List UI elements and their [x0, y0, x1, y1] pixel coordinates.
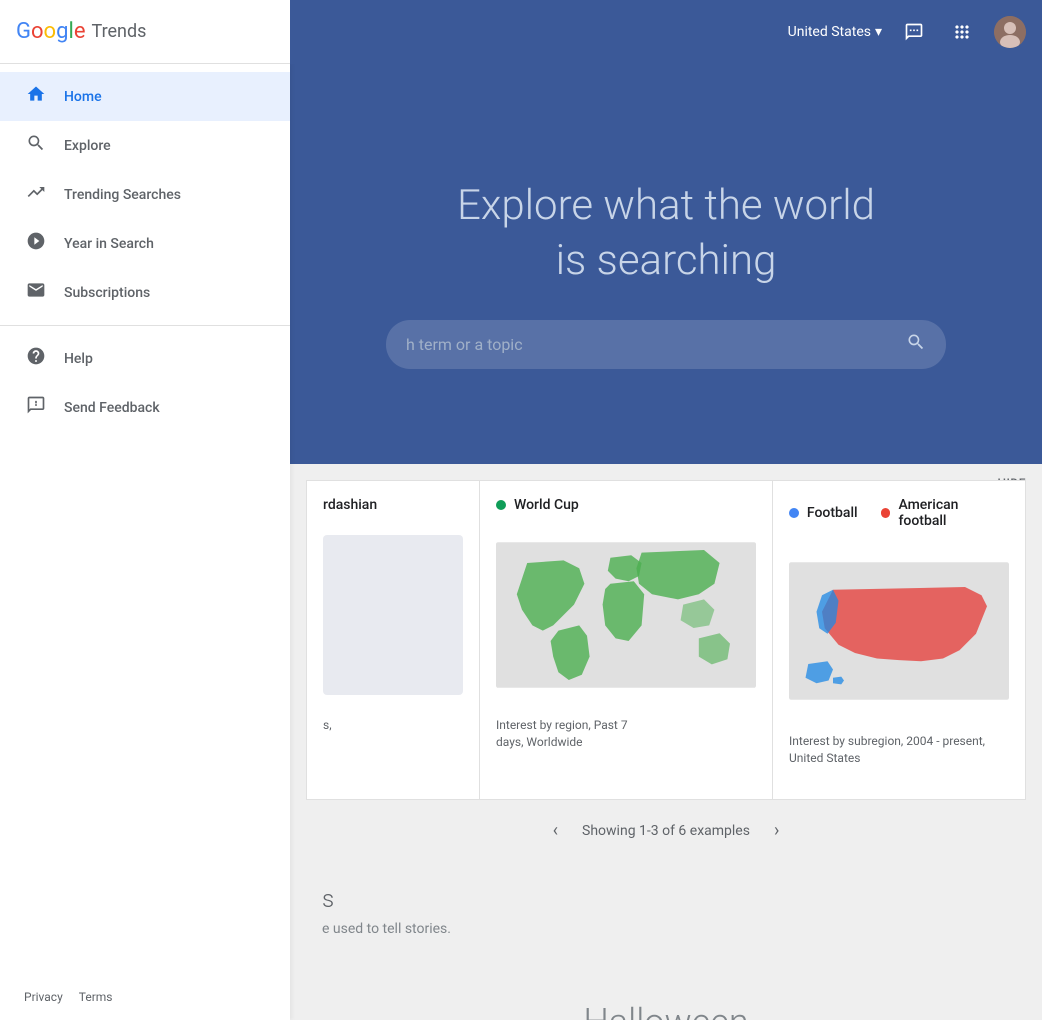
- sidebar-item-year-label: Year in Search: [64, 236, 154, 252]
- card-football-label: Football: [807, 505, 858, 521]
- trending-icon: [24, 182, 48, 207]
- world-cup-dot: [496, 500, 506, 510]
- sidebar-item-feedback[interactable]: Send Feedback: [0, 383, 290, 432]
- explore-icon: [24, 133, 48, 158]
- football-dot-red: [881, 508, 891, 518]
- hero-section: Explore what the world is searching: [290, 64, 1042, 464]
- bottom-section: s e used to tell stories.: [290, 861, 1042, 985]
- logo-trends: Trends: [91, 21, 146, 42]
- sidebar-footer: Privacy Terms: [0, 974, 290, 1020]
- search-input[interactable]: [406, 335, 898, 354]
- sidebar-item-explore[interactable]: Explore: [0, 121, 290, 170]
- card-world-cup-map: [496, 525, 756, 705]
- card-kardashian: rdashian s,: [306, 480, 480, 800]
- bottom-section-subtitle: e used to tell stories.: [322, 921, 1010, 937]
- terms-link[interactable]: Terms: [79, 990, 113, 1004]
- pagination: ‹ Showing 1-3 of 6 examples ›: [290, 800, 1042, 861]
- sidebar-header: Google Trends: [0, 0, 290, 64]
- card-football-title: Football American football: [789, 497, 1009, 529]
- halloween-area: Halloween: [290, 985, 1042, 1020]
- country-selector[interactable]: United States ▾: [788, 24, 882, 40]
- sidebar-item-year[interactable]: Year in Search: [0, 219, 290, 268]
- help-icon: [24, 346, 48, 371]
- card-kardashian-caption: s,: [323, 717, 463, 734]
- card-kardashian-title: rdashian: [323, 497, 463, 513]
- apps-icon[interactable]: [946, 16, 978, 48]
- sidebar: Home Explore Trending Searches Year in S…: [0, 64, 290, 1020]
- year-icon: [24, 231, 48, 256]
- main-content: Explore what the world is searching HIDE…: [290, 64, 1042, 1020]
- card-world-cup-title: World Cup: [496, 497, 756, 513]
- sidebar-item-home[interactable]: Home: [0, 72, 290, 121]
- country-label: United States: [788, 24, 871, 40]
- home-icon: [24, 84, 48, 109]
- hero-title: Explore what the world is searching: [457, 179, 875, 288]
- sidebar-item-feedback-label: Send Feedback: [64, 400, 160, 416]
- chevron-down-icon: ▾: [875, 24, 882, 40]
- sidebar-item-trending[interactable]: Trending Searches: [0, 170, 290, 219]
- football-dot-blue: [789, 508, 799, 518]
- privacy-link[interactable]: Privacy: [24, 990, 63, 1004]
- pagination-next[interactable]: ›: [766, 816, 787, 845]
- card-football-caption: Interest by subregion, 2004 - present, U…: [789, 733, 1009, 767]
- subscriptions-icon: [24, 280, 48, 305]
- examples-section: HIDE rdashian s, World Cup: [290, 464, 1042, 861]
- card-american-football-label: American football: [898, 497, 1009, 529]
- topbar: United States ▾: [290, 0, 1042, 64]
- logo[interactable]: Google Trends: [16, 19, 146, 44]
- sidebar-item-subscriptions[interactable]: Subscriptions: [0, 268, 290, 317]
- card-world-cup-caption: Interest by region, Past 7 days, Worldwi…: [496, 717, 756, 751]
- card-football-map: [789, 541, 1009, 721]
- pagination-prev[interactable]: ‹: [545, 816, 566, 845]
- bottom-section-title: s: [322, 885, 1010, 913]
- sidebar-divider: [0, 325, 290, 326]
- sidebar-nav: Home Explore Trending Searches Year in S…: [0, 64, 290, 974]
- feedback-icon[interactable]: [898, 16, 930, 48]
- sidebar-item-subscriptions-label: Subscriptions: [64, 285, 150, 301]
- pagination-text: Showing 1-3 of 6 examples: [582, 823, 750, 839]
- card-kardashian-map: [323, 525, 463, 705]
- halloween-title: Halloween: [583, 1001, 748, 1020]
- sidebar-item-help[interactable]: Help: [0, 334, 290, 383]
- sidebar-item-help-label: Help: [64, 351, 93, 367]
- sidebar-item-explore-label: Explore: [64, 138, 111, 154]
- cards-row: rdashian s, World Cup: [290, 464, 1042, 800]
- card-world-cup-label: World Cup: [514, 497, 579, 513]
- search-submit-icon[interactable]: [906, 332, 926, 357]
- card-football: Football American football: [773, 480, 1026, 800]
- card-world-cup: World Cup: [480, 480, 773, 800]
- sidebar-item-trending-label: Trending Searches: [64, 187, 181, 203]
- avatar[interactable]: [994, 16, 1026, 48]
- send-feedback-icon: [24, 395, 48, 420]
- search-bar[interactable]: [386, 320, 946, 369]
- sidebar-item-home-label: Home: [64, 89, 102, 105]
- card-kardashian-label: rdashian: [323, 497, 377, 513]
